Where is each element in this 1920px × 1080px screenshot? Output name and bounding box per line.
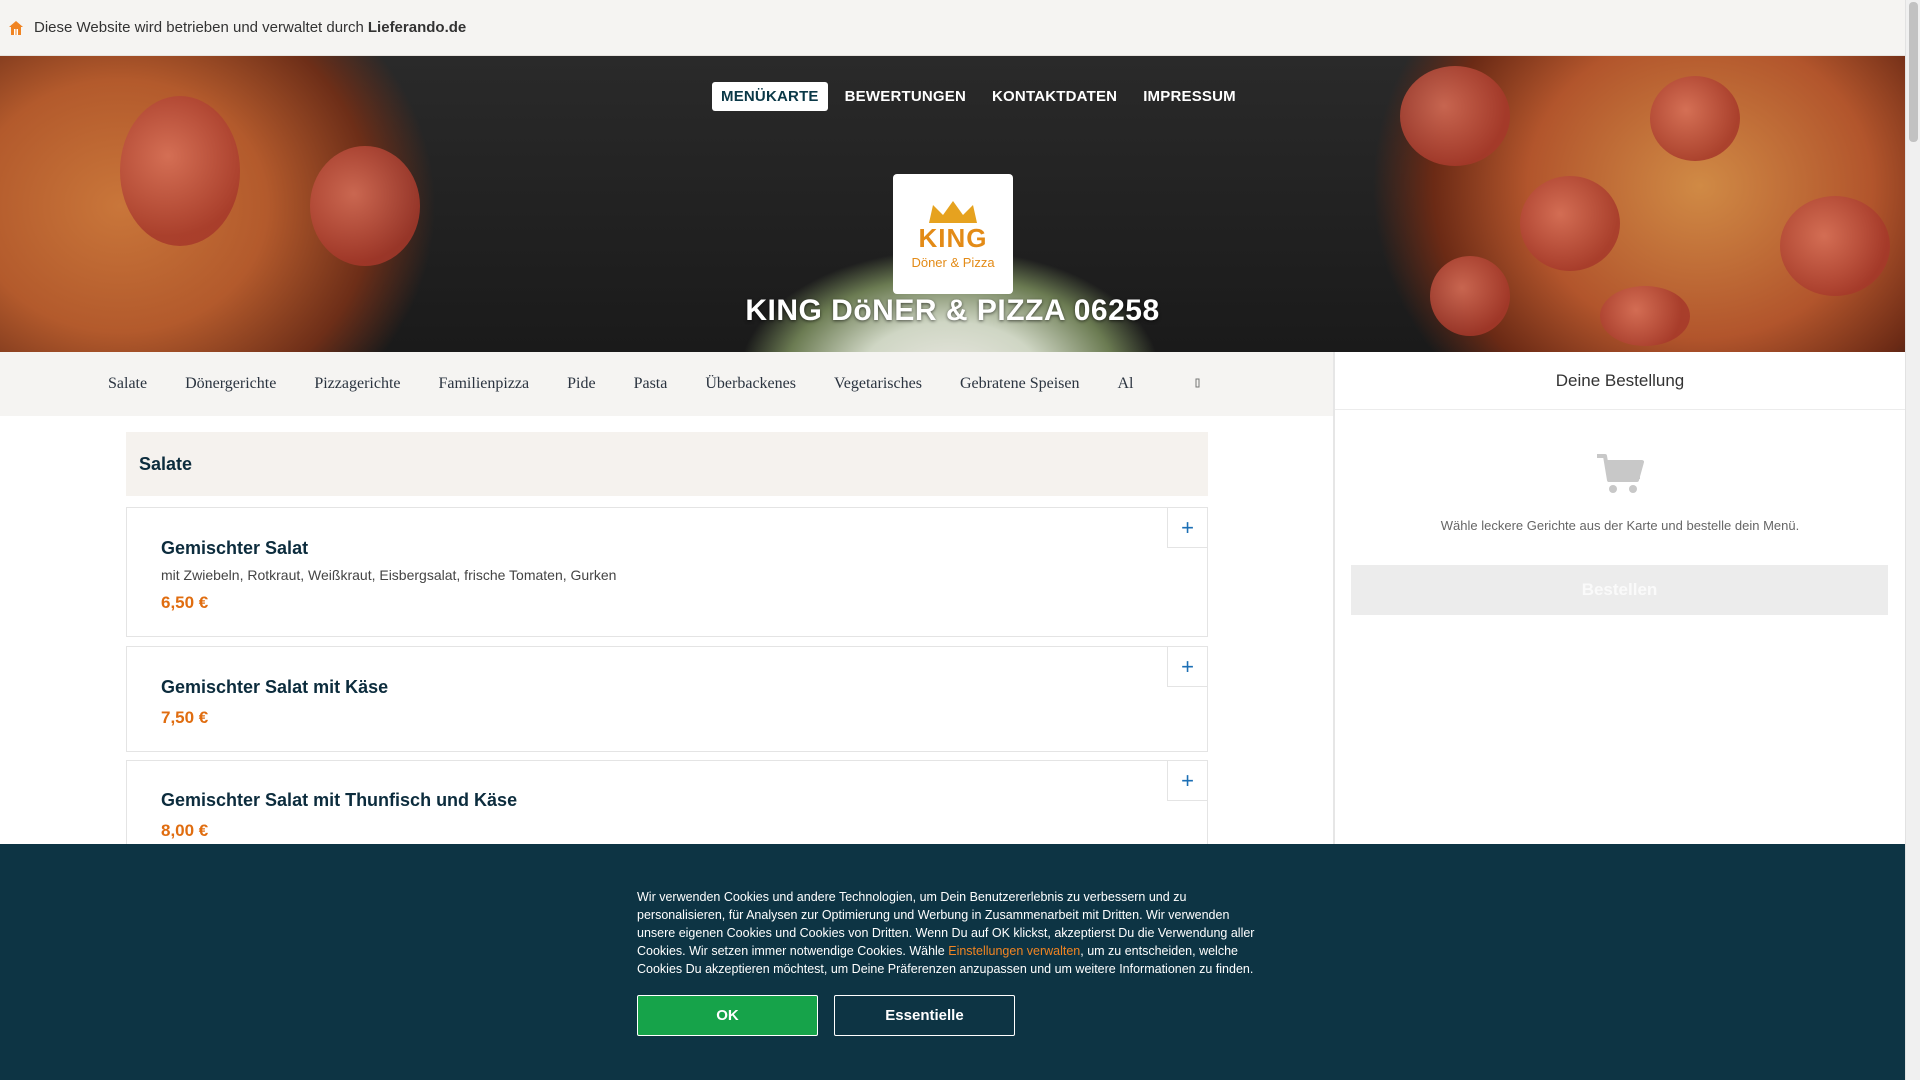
- item-name: Gemischter Salat mit Käse: [161, 677, 389, 697]
- logo-king-text: KING: [918, 222, 988, 253]
- item-name: Gemischter Salat: [161, 538, 309, 558]
- logo-subtitle: Döner & Pizza: [911, 254, 995, 270]
- category-nav: Salate Dönergerichte Pizzagerichte Famil…: [0, 352, 1333, 416]
- order-button[interactable]: Bestellen: [1351, 565, 1888, 615]
- item-price: 6,50 €: [161, 593, 209, 612]
- category-vegetarisches[interactable]: Vegetarisches: [834, 375, 922, 393]
- item-price: 8,00 €: [161, 821, 209, 840]
- menu-item[interactable]: Gemischter Salat mit Käse 7,50 € +: [126, 646, 1208, 752]
- category-gebratene-speisen[interactable]: Gebratene Speisen: [960, 375, 1080, 393]
- operator-info-bar: Diese Website wird betrieben und verwalt…: [0, 0, 1905, 56]
- nav-menu[interactable]: MENÜKARTE: [712, 82, 828, 111]
- item-description: mit Zwiebeln, Rotkraut, Weißkraut, Eisbe…: [161, 567, 617, 583]
- shopping-cart-icon: [1597, 454, 1644, 493]
- section-header-salate: Salate: [126, 432, 1208, 496]
- category-pide[interactable]: Pide: [567, 375, 595, 393]
- restaurant-title: KING DöNER & PIZZA 06258: [745, 294, 1160, 327]
- add-to-cart-button[interactable]: +: [1167, 508, 1207, 548]
- add-to-cart-button[interactable]: +: [1167, 761, 1207, 801]
- scrollbar-thumb[interactable]: [1909, 2, 1918, 142]
- cookie-ok-button[interactable]: OK: [637, 995, 818, 1036]
- cookie-text: Wir verwenden Cookies und andere Technol…: [637, 888, 1267, 978]
- category-more-truncated[interactable]: Al: [1117, 375, 1133, 393]
- main-nav: MENÜKARTE BEWERTUNGEN KONTAKTDATEN IMPRE…: [712, 82, 1245, 111]
- nav-imprint[interactable]: IMPRESSUM: [1134, 82, 1245, 111]
- cookie-settings-link[interactable]: Einstellungen verwalten: [948, 944, 1080, 958]
- nav-contact[interactable]: KONTAKTDATEN: [983, 82, 1126, 111]
- operator-info-text: Diese Website wird betrieben und verwalt…: [34, 19, 364, 36]
- add-to-cart-button[interactable]: +: [1167, 647, 1207, 687]
- restaurant-logo: KING Döner & Pizza: [893, 174, 1013, 294]
- cart-empty-text: Wähle leckere Gerichte aus der Karte und…: [1440, 518, 1800, 533]
- cart-title: Deine Bestellung: [1335, 352, 1905, 410]
- crown-icon: [929, 200, 977, 223]
- category-pizzagerichte[interactable]: Pizzagerichte: [314, 375, 400, 393]
- operator-brand-link[interactable]: Lieferando.de: [368, 19, 466, 36]
- cookie-essential-button[interactable]: Essentielle: [834, 995, 1015, 1036]
- item-name: Gemischter Salat mit Thunfisch und Käse: [161, 790, 518, 810]
- category-ueberbackenes[interactable]: Überbackenes: [705, 375, 796, 393]
- category-pasta[interactable]: Pasta: [634, 375, 668, 393]
- page-scrollbar[interactable]: [1905, 0, 1920, 1080]
- lieferando-home-icon: [9, 20, 23, 35]
- item-price: 7,50 €: [161, 708, 209, 727]
- category-familienpizza[interactable]: Familienpizza: [438, 375, 529, 393]
- nav-reviews[interactable]: BEWERTUNGEN: [836, 82, 975, 111]
- hero-banner: MENÜKARTE BEWERTUNGEN KONTAKTDATEN IMPRE…: [0, 56, 1905, 352]
- category-doenergerichte[interactable]: Dönergerichte: [185, 375, 276, 393]
- category-scroll-right-icon[interactable]: [1195, 378, 1201, 388]
- category-salate[interactable]: Salate: [108, 375, 147, 393]
- cookie-banner: Wir verwenden Cookies und andere Technol…: [0, 844, 1905, 1080]
- menu-item[interactable]: Gemischter Salat mit Zwiebeln, Rotkraut,…: [126, 507, 1208, 637]
